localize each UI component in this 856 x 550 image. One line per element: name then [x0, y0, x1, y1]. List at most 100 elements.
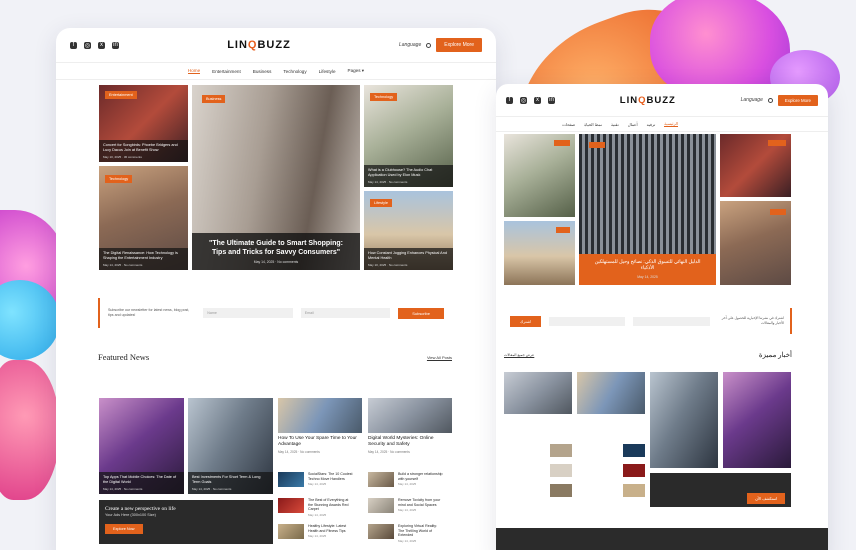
ad-banner[interactable]: استكشف الآن — [650, 473, 791, 507]
list-title[interactable]: SocialStars: The 10 Coolest Techno Move … — [308, 472, 354, 481]
list-item[interactable]: The Best of Everything at the Stunning A… — [278, 498, 354, 517]
rtl-featured-image[interactable] — [723, 372, 791, 468]
ltr-preview-window: f ◎ x in LINQBUZZ Language Explore More … — [56, 28, 496, 550]
hero-card-featured[interactable]: Business "The Ultimate Guide to Smart Sh… — [192, 85, 360, 270]
rtl-featured-image[interactable] — [577, 372, 645, 414]
article-title[interactable]: Concert for Songbirds: Phoebe Bridgers a… — [103, 143, 184, 153]
hero-caption: Concert for Songbirds: Phoebe Bridgers a… — [99, 140, 188, 162]
list-item[interactable]: Exploring Virtual Reality: The Thrilling… — [368, 524, 444, 543]
email-input[interactable] — [549, 316, 626, 326]
site-logo[interactable]: LINQBUZZ — [227, 39, 291, 51]
article-title[interactable]: Digital World Mysteries: Online Security… — [368, 436, 452, 448]
article-meta: May 14, 2025 · No comments — [103, 487, 143, 491]
article-title[interactable]: How Constant Jogging Enhances Physical A… — [368, 251, 449, 261]
facebook-icon[interactable]: f — [506, 96, 513, 104]
nav-item-home[interactable]: Home — [187, 68, 201, 74]
language-label[interactable]: Language — [399, 42, 421, 48]
article-title[interactable]: Best Investments For Short Term & Long T… — [192, 475, 269, 485]
explore-more-button[interactable]: Explore More — [436, 38, 482, 52]
list-item[interactable]: Remove Toxicity from your mind and Socia… — [368, 498, 444, 513]
rtl-hero-card[interactable] — [504, 134, 575, 217]
nav-item-pages[interactable]: Pages ▾ — [348, 68, 365, 74]
featured-image-digital[interactable] — [368, 398, 452, 433]
language-label[interactable]: Language — [741, 97, 763, 103]
category-tag[interactable]: Business — [202, 95, 226, 103]
nav-item-technology[interactable]: Technology — [283, 69, 306, 74]
rtl-hero-featured[interactable]: الدليل النهائي للتسوق الذكي: نصائح وحيل … — [579, 134, 716, 285]
rtl-hero-card[interactable] — [720, 201, 791, 285]
globe-icon[interactable] — [767, 97, 773, 103]
featured-card-investments[interactable]: Best Investments For Short Term & Long T… — [188, 398, 273, 494]
category-tag[interactable] — [556, 227, 570, 233]
list-title[interactable]: Remove Toxicity from your mind and Socia… — [398, 498, 444, 507]
instagram-icon[interactable]: ◎ — [84, 41, 91, 49]
nav-item-home[interactable]: الرئيسية — [664, 121, 678, 127]
list-item[interactable]: Healthy Lifestyle: Latest Health and Fit… — [278, 524, 354, 539]
category-tag[interactable]: Technology — [105, 175, 133, 183]
rtl-list-thumbnail[interactable] — [623, 464, 645, 477]
nav-item-business[interactable]: Business — [253, 69, 272, 74]
explore-now-button[interactable]: استكشف الآن — [747, 493, 785, 504]
list-title[interactable]: The Best of Everything at the Stunning A… — [308, 498, 354, 512]
hero-card-entertainment[interactable]: Entertainment Concert for Songbirds: Pho… — [99, 85, 188, 162]
article-title[interactable]: Top Apps That Mobile Choices: The Date o… — [103, 475, 180, 485]
email-input[interactable]: Email — [300, 308, 391, 318]
list-item[interactable]: Build a stronger relationship with yours… — [368, 472, 444, 487]
x-icon[interactable]: x — [534, 96, 541, 104]
nav-item-pages[interactable]: صفحات — [562, 122, 575, 127]
rtl-featured-image[interactable] — [650, 372, 718, 468]
nav-item-technology[interactable]: تقنية — [611, 122, 619, 127]
subscribe-button[interactable]: Subscribe — [398, 307, 445, 319]
name-input[interactable]: Name — [203, 308, 293, 318]
globe-icon[interactable] — [426, 42, 432, 48]
article-title[interactable]: "The Ultimate Guide to Smart Shopping: T… — [202, 239, 350, 257]
rtl-list-thumbnail[interactable] — [623, 444, 645, 457]
list-item[interactable]: SocialStars: The 10 Coolest Techno Move … — [278, 472, 354, 487]
category-tag[interactable] — [589, 142, 605, 148]
category-tag[interactable]: Entertainment — [105, 91, 137, 99]
instagram-icon[interactable]: ◎ — [520, 96, 527, 104]
site-logo[interactable]: LINQBUZZ — [620, 95, 676, 106]
featured-image-spare-time[interactable] — [278, 398, 362, 433]
view-all-link[interactable]: View All Posts — [427, 355, 452, 360]
rtl-featured-image[interactable] — [504, 372, 572, 414]
hero-card-technology[interactable]: Technology The Digital Renaissance: How … — [99, 166, 188, 270]
rtl-list-thumbnail[interactable] — [550, 484, 572, 497]
category-tag[interactable]: Lifestyle — [370, 199, 392, 207]
explore-now-button[interactable]: Explore Now — [105, 524, 143, 534]
category-tag[interactable] — [768, 140, 786, 146]
rtl-list-thumbnail[interactable] — [623, 484, 645, 497]
category-tag[interactable] — [770, 209, 786, 215]
linkedin-icon[interactable]: in — [548, 96, 555, 104]
subscribe-button[interactable]: اشترك — [510, 315, 542, 327]
nav-item-business[interactable]: أعمال — [628, 122, 638, 127]
list-title[interactable]: Exploring Virtual Reality: The Thrilling… — [398, 524, 444, 538]
article-title[interactable]: The Digital Renaissance: How Technology … — [103, 251, 184, 261]
list-title[interactable]: Healthy Lifestyle: Latest Health and Fit… — [308, 524, 354, 533]
rtl-hero-card[interactable] — [504, 221, 575, 285]
rtl-hero-card[interactable] — [720, 134, 791, 197]
nav-item-lifestyle[interactable]: Lifestyle — [319, 69, 336, 74]
featured-card-apps[interactable]: Top Apps That Mobile Choices: The Date o… — [99, 398, 184, 494]
explore-more-button[interactable]: Explore More — [777, 94, 818, 106]
article-title[interactable]: How To Use Your Spare Time to Your Advan… — [278, 436, 362, 448]
article-title[interactable]: الدليل النهائي للتسوق الذكي: نصائح وحيل … — [589, 260, 706, 272]
facebook-icon[interactable]: f — [70, 41, 77, 49]
name-input[interactable] — [633, 316, 710, 326]
article-title[interactable]: What is a Clubhouse? The Audio Chat Appl… — [368, 168, 449, 178]
view-all-link[interactable]: عرض جميع المقالات — [504, 353, 534, 357]
nav-item-entertainment[interactable]: Entertainment — [212, 69, 241, 74]
hero-card-lifestyle[interactable]: Lifestyle How Constant Jogging Enhances … — [364, 191, 453, 270]
linkedin-icon[interactable]: in — [112, 41, 119, 49]
rtl-list-thumbnail[interactable] — [550, 464, 572, 477]
list-thumbnail — [368, 498, 394, 513]
nav-item-lifestyle[interactable]: نمط الحياة — [584, 122, 602, 127]
x-icon[interactable]: x — [98, 41, 105, 49]
ad-banner[interactable]: Create a new perspective on life Your Ad… — [99, 500, 273, 544]
hero-card-technology-2[interactable]: Technology What is a Clubhouse? The Audi… — [364, 85, 453, 187]
list-title[interactable]: Build a stronger relationship with yours… — [398, 472, 444, 481]
category-tag[interactable]: Technology — [370, 93, 398, 101]
category-tag[interactable] — [554, 140, 570, 146]
rtl-list-thumbnail[interactable] — [550, 444, 572, 457]
nav-item-entertainment[interactable]: ترفيه — [647, 122, 656, 127]
